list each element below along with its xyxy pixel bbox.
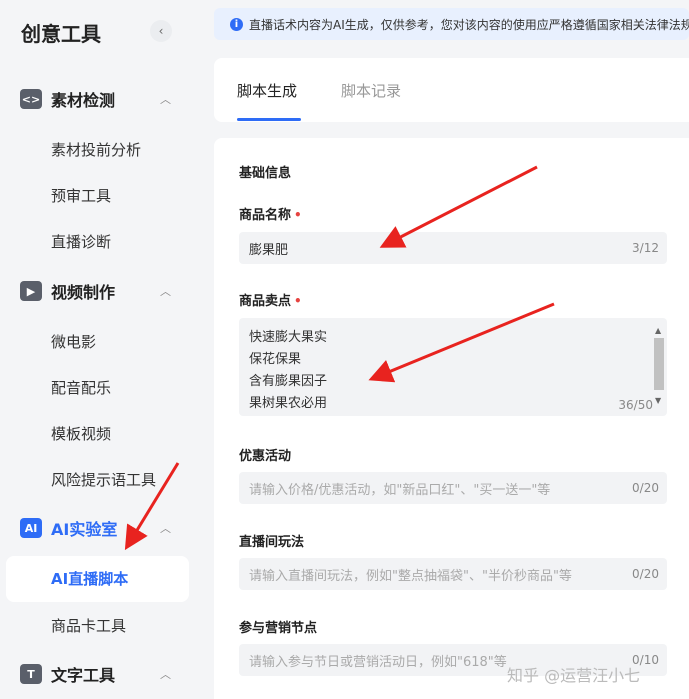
brand-title: 创意工具 [21, 22, 101, 46]
chevron-up-icon: ︿ [160, 93, 171, 106]
scrollbar[interactable]: ▲ ▼ [654, 326, 664, 408]
required-mark: • [294, 294, 302, 308]
sidebar: 创意工具 ‹ <> 素材检测 ︿ 素材投前分析 预审工具 直播诊断 ▶ 视频制作… [0, 0, 200, 699]
group-label: 素材检测 [51, 91, 116, 110]
sidebar-item-product-card[interactable]: 商品卡工具 [51, 615, 126, 636]
sidebar-item-template-video[interactable]: 模板视频 [51, 423, 111, 444]
watermark: 知乎 @运营汪小七 [507, 666, 641, 685]
code-brackets-icon: <> [20, 89, 42, 109]
sidebar-item-dubbing[interactable]: 配音配乐 [51, 377, 111, 398]
group-video-production[interactable]: ▶ 视频制作 ︿ [20, 278, 180, 304]
textarea-line: 含有膨果因子 [249, 374, 328, 389]
selling-points-textarea[interactable]: 快速膨大果实 保花保果 含有膨果因子 果树果农必用 ▲ ▼ 36/50 [239, 318, 667, 416]
chevron-up-icon: ︿ [160, 522, 171, 535]
group-label: AI实验室 [51, 520, 118, 539]
sidebar-item-risk-tips[interactable]: 风险提示语工具 [51, 469, 156, 490]
form-card: 基础信息 商品名称 • 膨果肥 3/12 商品卖点 • 快速膨大果实 保花保果 含有… [214, 138, 689, 699]
sidebar-item-live-diagnosis[interactable]: 直播诊断 [51, 231, 111, 252]
marketing-node-label: 参与营销节点 [239, 621, 318, 636]
tab-script-records[interactable]: 脚本记录 [341, 80, 401, 101]
notice-text: 直播话术内容为AI生成，仅供参考，您对该内容的使用应严格遵循国家相关法律法规 [249, 17, 689, 32]
selling-points-label: 商品卖点 • [239, 294, 302, 309]
tab-active-indicator [237, 118, 301, 121]
sidebar-item-micro-film[interactable]: 微电影 [51, 331, 96, 352]
tabs-bar: 脚本生成 脚本记录 [214, 58, 689, 122]
notice-banner: i 直播话术内容为AI生成，仅供参考，您对该内容的使用应严格遵循国家相关法律法规 [214, 8, 689, 40]
scroll-up-icon[interactable]: ▲ [655, 326, 661, 335]
product-name-label: 商品名称 • [239, 208, 302, 223]
group-label: 视频制作 [51, 283, 116, 302]
sidebar-item-ai-live-script[interactable]: AI直播脚本 [51, 568, 128, 589]
play-icon: ▶ [20, 281, 42, 301]
chevron-left-icon[interactable]: ‹ [150, 20, 172, 42]
textarea-line: 保花保果 [249, 352, 302, 367]
char-count: 0/20 [632, 567, 659, 581]
textarea-line: 快速膨大果实 [249, 330, 328, 345]
tab-script-generation[interactable]: 脚本生成 [237, 80, 297, 101]
char-count: 0/20 [632, 481, 659, 495]
group-material-check[interactable]: <> 素材检测 ︿ [20, 86, 180, 112]
textarea-line: 果树果农必用 [249, 396, 328, 411]
live-play-label: 直播间玩法 [239, 535, 305, 550]
scroll-down-icon[interactable]: ▼ [655, 396, 661, 405]
live-play-input[interactable]: 请输入直播间玩法，例如"整点抽福袋"、"半价秒商品"等 0/20 [239, 558, 667, 590]
char-count: 3/12 [632, 241, 659, 255]
required-mark: • [294, 208, 302, 222]
group-ai-lab[interactable]: AI AI实验室 ︿ [20, 515, 180, 541]
promotion-label: 优惠活动 [239, 449, 292, 464]
promotion-input[interactable]: 请输入价格/优惠活动，如"新品口红"、"买一送一"等 0/20 [239, 472, 667, 504]
section-title: 基础信息 [239, 166, 292, 181]
info-icon: i [230, 17, 243, 31]
chevron-up-icon: ︿ [160, 285, 171, 298]
ai-icon: AI [20, 518, 42, 538]
group-label: 文字工具 [51, 666, 116, 685]
chevron-up-icon: ︿ [160, 668, 171, 681]
sidebar-item-precheck[interactable]: 预审工具 [51, 185, 111, 206]
group-text-tools[interactable]: T 文字工具 ︿ [20, 661, 180, 687]
text-icon: T [20, 664, 42, 684]
char-count: 36/50 [618, 398, 653, 412]
sidebar-item-material-analysis[interactable]: 素材投前分析 [51, 139, 141, 160]
scroll-thumb[interactable] [654, 338, 664, 390]
product-name-input[interactable]: 膨果肥 3/12 [239, 232, 667, 264]
